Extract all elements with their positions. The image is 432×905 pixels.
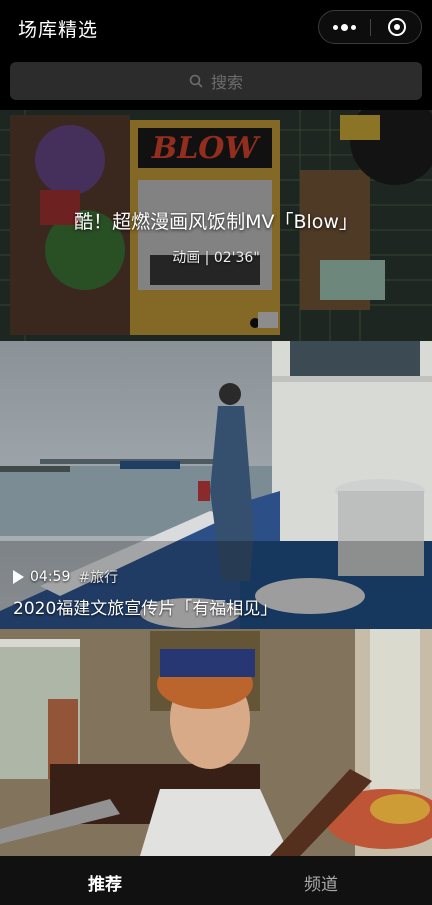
more-button[interactable] <box>319 11 370 43</box>
tab-recommend[interactable]: 推荐 <box>88 870 122 895</box>
search-bar[interactable]: 搜索 <box>10 62 422 100</box>
card-title: 酷！超燃漫画风饭制MV「Blow」 <box>74 211 358 233</box>
card-meta: 动画 | 02'36" <box>172 250 260 266</box>
search-icon <box>189 74 203 88</box>
video-card-fujian[interactable]: 04:59 #旅行 2020福建文旅宣传片「有福相见」 <box>0 341 432 629</box>
page-title: 场库精选 <box>18 19 99 41</box>
search-placeholder: 搜索 <box>210 73 243 92</box>
card-cover-image <box>0 629 432 856</box>
mini-program-capsule <box>318 10 422 44</box>
video-info-row: 04:59 #旅行 <box>13 567 118 587</box>
close-circle-icon <box>387 18 406 36</box>
video-tag[interactable]: #旅行 <box>78 567 118 587</box>
bottom-tab-bar: 推荐 频道 <box>0 856 432 905</box>
video-card-blow[interactable]: BLOW 酷！超燃漫画风饭制MV「Blow」 动画 | 02'36" <box>0 110 432 341</box>
close-mini-program-button[interactable] <box>371 11 422 43</box>
top-bar: 场库精选 <box>0 0 432 54</box>
play-icon <box>13 570 24 584</box>
video-duration: 04:59 <box>30 569 71 585</box>
tab-channels[interactable]: 频道 <box>304 870 338 895</box>
video-card-ukulele[interactable] <box>0 629 432 856</box>
more-icon <box>333 24 338 30</box>
card-title: 2020福建文旅宣传片「有福相见」 <box>13 599 278 619</box>
